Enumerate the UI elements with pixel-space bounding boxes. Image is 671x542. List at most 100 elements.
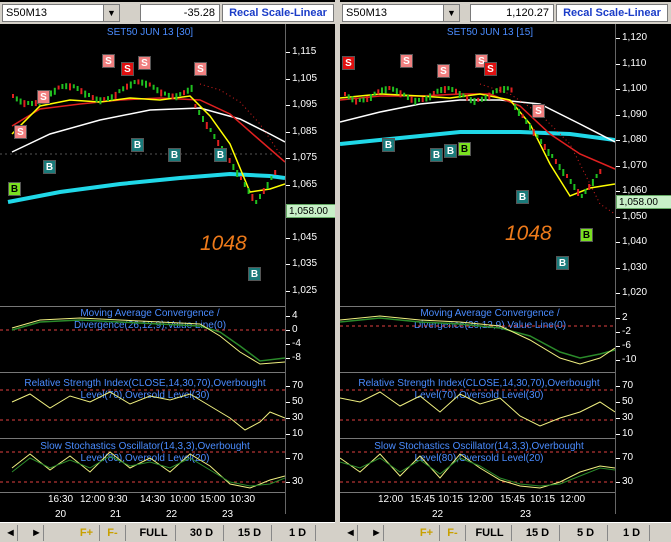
time-label: 15:45 [500,494,526,505]
left-signal-sell: S [138,56,151,70]
right-signal-sell: S [342,56,355,70]
candle [462,93,465,98]
chevron-down-icon[interactable]: ▼ [443,5,459,21]
left-stoch-chart [0,451,285,489]
zoom-out-button[interactable]: F- [100,525,126,541]
right-toolbar: S50M13 ▼ 1,120.27 Recal Scale-Linear [340,2,671,24]
range-5d-button[interactable]: 5 D [564,525,608,541]
candle [213,134,216,139]
right-recal-scale-button[interactable]: Recal Scale-Linear [556,4,668,22]
left-signal-buy: B [8,182,21,196]
right-symbol-select[interactable]: S50M13 ▼ [342,4,460,22]
scroll-right-button[interactable]: ► [370,525,384,541]
candle [532,129,535,136]
indicator-tick-label: -2 [616,326,631,337]
candle [65,83,68,90]
candle [562,169,565,176]
candle [118,89,121,94]
candle [27,100,30,105]
candle [110,94,113,101]
candle [236,170,239,177]
candle [458,91,461,99]
candle [69,83,71,91]
candle [194,104,197,108]
right-stoch-chart [340,451,615,489]
day-label: 21 [110,509,122,520]
range-1d-button[interactable]: 1 D [614,525,650,541]
day-label: 23 [222,509,234,520]
range-1d-button[interactable]: 1 D [280,525,316,541]
zoom-in-button[interactable]: F+ [74,525,100,541]
left-recal-scale-button[interactable]: Recal Scale-Linear [222,4,334,22]
candle [247,188,250,194]
zoom-in-button[interactable]: F+ [414,525,440,541]
price-tick-label: 1,100 [615,83,648,94]
candle [358,97,361,102]
candle [414,97,417,105]
candle [126,83,128,90]
time-label: 12:00 [468,494,494,505]
zoom-out-button[interactable]: F- [440,525,466,541]
candle [19,98,22,105]
scroll-left-button[interactable]: ◄ [4,525,18,541]
left-annotation-1048: 1048 [200,232,247,255]
candle [88,92,90,97]
time-label: 16:30 [48,494,74,505]
candle [566,174,568,178]
candle [384,86,387,94]
left-last-price: 1,058.00 [286,204,335,218]
indicator-tick-label: -10 [615,354,637,365]
indicator-tick-label: 70 [285,452,304,463]
candle [495,88,498,94]
candle [373,91,376,96]
right-annotation-1048: 1048 [505,222,552,245]
scroll-right-button[interactable]: ► [30,525,44,541]
left-signal-sell: S [194,62,207,76]
candle [466,95,469,101]
left-signal-buy: B [214,148,227,162]
right-signal-sell: S [400,54,413,68]
right-value-field: 1,120.27 [470,4,554,22]
indicator-tick-label: -4 [286,338,301,349]
range-30d-button[interactable]: 30 D [180,525,224,541]
time-label: 10:30 [230,494,256,505]
candle [395,88,398,95]
left-sma-mid-line [11,97,285,163]
candle [595,174,598,178]
day-label: 20 [55,509,67,520]
candle [451,87,454,93]
candle [57,85,60,90]
candle [588,184,591,190]
right-signal-buy: B [382,138,395,152]
day-label: 22 [166,509,178,520]
candle [251,194,254,201]
right-last-price: 1,058.00 [616,195,671,209]
candle [15,96,18,102]
price-tick-label: 1,020 [615,287,648,298]
candle [137,79,140,85]
candle [521,114,524,118]
candle [577,189,580,196]
full-button[interactable]: FULL [468,525,512,541]
candle [440,87,443,94]
chevron-down-icon[interactable]: ▼ [103,5,119,21]
candle [175,93,178,101]
candle [145,80,147,88]
candle [488,92,491,100]
scroll-left-button[interactable]: ◄ [344,525,358,541]
left-toolbar: S50M13 ▼ -35.28 Recal Scale-Linear [0,2,335,24]
candle [23,100,26,108]
candle [80,88,83,95]
price-tick-label: 1,095 [285,99,318,110]
full-button[interactable]: FULL [132,525,176,541]
right-signal-sell: S [532,104,545,118]
left-symbol-select[interactable]: S50M13 ▼ [2,4,120,22]
candle [558,164,561,170]
candle [591,179,594,186]
range-15d-button[interactable]: 15 D [228,525,272,541]
candle [61,83,64,89]
candle [95,96,98,103]
candle [406,94,409,100]
range-15d-button[interactable]: 15 D [516,525,560,541]
candle [129,81,132,89]
